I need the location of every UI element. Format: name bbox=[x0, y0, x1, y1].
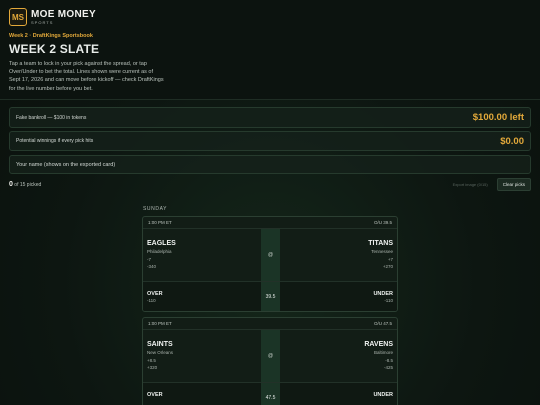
at-symbol: @ bbox=[267, 353, 274, 359]
home-team-pick[interactable]: TITANS Tennessee +7 +270 bbox=[368, 240, 393, 271]
picked-count: 0 bbox=[9, 181, 13, 188]
game-ou: O/U 47.5 bbox=[373, 321, 392, 326]
at-symbol: @ bbox=[267, 252, 274, 258]
winnings-value: $0.00 bbox=[500, 135, 524, 147]
away-team-spread: -7 bbox=[147, 256, 152, 262]
away-team-pick[interactable]: SAINTS New Orleans +8.5 +320 bbox=[147, 341, 173, 372]
over-odds: -110 bbox=[147, 298, 156, 303]
home-team-city: Tennessee bbox=[371, 249, 393, 254]
matchup-divider: @ bbox=[261, 229, 280, 281]
intro-text: Tap a team to lock in your pick against … bbox=[9, 61, 164, 92]
total-column: 47.5 bbox=[261, 383, 280, 405]
under-pick[interactable]: UNDER -110 bbox=[373, 291, 393, 303]
home-team-moneyline: -425 bbox=[383, 365, 393, 370]
page-title: WEEK 2 SLATE bbox=[9, 42, 100, 56]
game-ou: O/U 39.5 bbox=[373, 220, 392, 225]
home-team-city: Baltimore bbox=[373, 350, 393, 355]
picks-bar: 0 of 15 picked Export image (0/15) Clear… bbox=[9, 178, 531, 191]
over-pick[interactable]: OVER bbox=[147, 392, 163, 399]
winnings-panel: Potential winnings if every pick hits $0… bbox=[9, 131, 531, 151]
away-team-city: New Orleans bbox=[147, 350, 174, 355]
home-team-spread: -8.5 bbox=[385, 357, 393, 363]
over-pick[interactable]: OVER -110 bbox=[147, 291, 163, 303]
bankroll-label: Fake bankroll — $100 in tokens bbox=[16, 114, 87, 121]
game-card: 1:00 PM ET O/U 47.5 SAINTS New Orleans +… bbox=[142, 317, 398, 405]
brand-logo: MS bbox=[9, 8, 27, 26]
export-image-button[interactable]: Export image (0/15) bbox=[448, 179, 493, 190]
picked-counter: 0 of 15 picked bbox=[9, 181, 41, 188]
winnings-label: Potential winnings if every pick hits bbox=[16, 138, 94, 144]
over-label: OVER bbox=[147, 392, 163, 398]
game-time: 1:00 PM ET bbox=[148, 321, 172, 326]
under-odds: -110 bbox=[384, 298, 393, 303]
bankroll-value: $100.00 left bbox=[472, 112, 524, 123]
away-team-moneyline: -340 bbox=[147, 264, 157, 269]
game-time: 1:00 PM ET bbox=[148, 220, 172, 225]
bankroll-panel: Fake bankroll — $100 in tokens $100.00 l… bbox=[9, 107, 531, 128]
picked-total: of 15 picked bbox=[14, 182, 42, 188]
away-team-city: Philadelphia bbox=[147, 249, 172, 254]
game-card: 1:00 PM ET O/U 39.5 EAGLES Philadelphia … bbox=[142, 216, 398, 312]
under-label: UNDER bbox=[373, 392, 393, 398]
home-team-moneyline: +270 bbox=[382, 264, 393, 269]
over-label: OVER bbox=[147, 291, 163, 297]
away-team-name: SAINTS bbox=[147, 341, 173, 348]
total-line: 47.5 bbox=[265, 394, 276, 401]
name-input[interactable] bbox=[16, 161, 524, 168]
home-team-name: TITANS bbox=[368, 240, 393, 247]
page-header: MS MOE MONEY SPORTS Week 2 · DraftKings … bbox=[0, 0, 540, 100]
day-label: SUNDAY bbox=[143, 206, 168, 212]
away-team-pick[interactable]: EAGLES Philadelphia -7 -340 bbox=[147, 240, 176, 271]
brand-name: MOE MONEY bbox=[31, 8, 96, 20]
total-line: 39.5 bbox=[265, 293, 276, 300]
name-field-panel[interactable] bbox=[9, 155, 531, 174]
week-label: Week 2 · DraftKings Sportsbook bbox=[9, 33, 93, 39]
matchup-divider: @ bbox=[261, 330, 280, 382]
home-team-pick[interactable]: RAVENS Baltimore -8.5 -425 bbox=[364, 341, 393, 372]
home-team-spread: +7 bbox=[387, 256, 393, 262]
brand-sub: SPORTS bbox=[31, 19, 54, 25]
brand[interactable]: MS MOE MONEY SPORTS bbox=[9, 8, 531, 26]
away-team-spread: +8.5 bbox=[147, 357, 156, 363]
total-column: 39.5 bbox=[261, 282, 280, 311]
under-pick[interactable]: UNDER bbox=[373, 392, 393, 399]
under-label: UNDER bbox=[373, 291, 393, 297]
away-team-moneyline: +320 bbox=[147, 365, 158, 370]
clear-picks-button[interactable]: Clear picks bbox=[496, 178, 531, 191]
away-team-name: EAGLES bbox=[147, 240, 176, 247]
home-team-name: RAVENS bbox=[364, 341, 393, 348]
